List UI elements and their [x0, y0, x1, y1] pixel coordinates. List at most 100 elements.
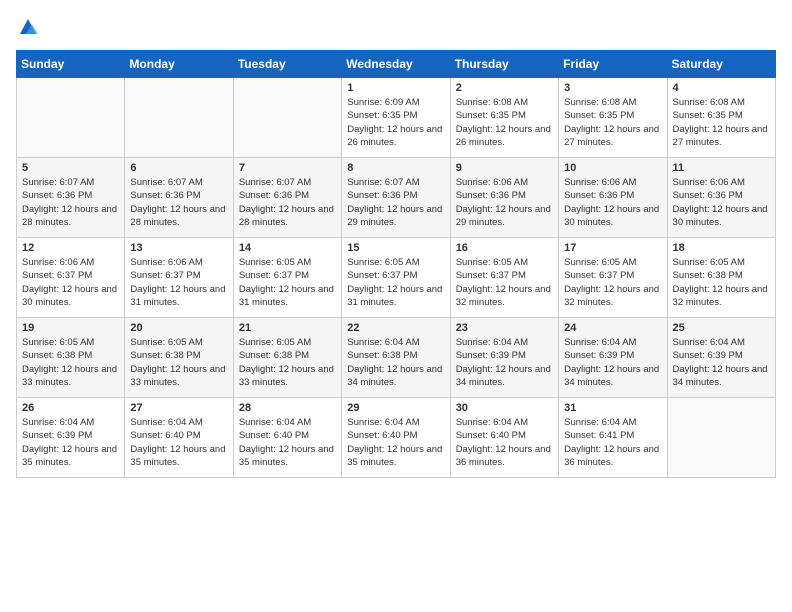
day-info: Sunrise: 6:04 AM Sunset: 6:39 PM Dayligh…	[673, 336, 770, 389]
calendar-cell: 18Sunrise: 6:05 AM Sunset: 6:38 PM Dayli…	[667, 238, 775, 318]
day-info: Sunrise: 6:05 AM Sunset: 6:38 PM Dayligh…	[130, 336, 227, 389]
day-info: Sunrise: 6:05 AM Sunset: 6:38 PM Dayligh…	[239, 336, 336, 389]
day-info: Sunrise: 6:04 AM Sunset: 6:39 PM Dayligh…	[564, 336, 661, 389]
day-number: 20	[130, 322, 227, 334]
calendar-cell: 4Sunrise: 6:08 AM Sunset: 6:35 PM Daylig…	[667, 78, 775, 158]
day-number: 26	[22, 402, 119, 414]
day-info: Sunrise: 6:04 AM Sunset: 6:39 PM Dayligh…	[22, 416, 119, 469]
day-info: Sunrise: 6:06 AM Sunset: 6:37 PM Dayligh…	[22, 256, 119, 309]
day-info: Sunrise: 6:06 AM Sunset: 6:36 PM Dayligh…	[564, 176, 661, 229]
calendar-cell: 11 Sunrise: 6:06 AM Sunset: 6:36 PM Dayli…	[667, 158, 775, 238]
day-info: Sunrise: 6:04 AM Sunset: 6:39 PM Dayligh…	[456, 336, 553, 389]
day-info: Sunrise: 6:04 AM Sunset: 6:40 PM Dayligh…	[130, 416, 227, 469]
calendar-cell: 27 Sunrise: 6:04 AM Sunset: 6:40 PM Dayli…	[125, 398, 233, 478]
calendar-week-4: 19 Sunrise: 6:05 AM Sunset: 6:38 PM Dayli…	[17, 318, 776, 398]
calendar-cell: 20 Sunrise: 6:05 AM Sunset: 6:38 PM Dayli…	[125, 318, 233, 398]
calendar-week-5: 26 Sunrise: 6:04 AM Sunset: 6:39 PM Dayli…	[17, 398, 776, 478]
day-info: Sunrise: 6:08 AM Sunset: 6:35 PM Dayligh…	[564, 96, 661, 149]
calendar-cell: 25 Sunrise: 6:04 AM Sunset: 6:39 PM Dayli…	[667, 318, 775, 398]
calendar-cell	[233, 78, 341, 158]
day-number: 24	[564, 322, 661, 334]
weekday-header-sunday: Sunday	[17, 51, 125, 78]
day-info: Sunrise: 6:09 AM Sunset: 6:35 PM Dayligh…	[347, 96, 444, 149]
logo-icon	[16, 16, 40, 40]
page-header	[16, 16, 776, 40]
calendar-cell: 10Sunrise: 6:06 AM Sunset: 6:36 PM Dayli…	[559, 158, 667, 238]
day-number: 8	[347, 162, 444, 174]
day-info: Sunrise: 6:04 AM Sunset: 6:38 PM Dayligh…	[347, 336, 444, 389]
calendar-week-1: 1 Sunrise: 6:09 AM Sunset: 6:35 PM Daylig…	[17, 78, 776, 158]
calendar-week-2: 5Sunrise: 6:07 AM Sunset: 6:36 PM Daylig…	[17, 158, 776, 238]
day-number: 4	[673, 82, 770, 94]
calendar-cell: 3 Sunrise: 6:08 AM Sunset: 6:35 PM Daylig…	[559, 78, 667, 158]
day-info: Sunrise: 6:07 AM Sunset: 6:36 PM Dayligh…	[239, 176, 336, 229]
day-info: Sunrise: 6:07 AM Sunset: 6:36 PM Dayligh…	[22, 176, 119, 229]
day-number: 27	[130, 402, 227, 414]
day-info: Sunrise: 6:06 AM Sunset: 6:36 PM Dayligh…	[456, 176, 553, 229]
day-number: 30	[456, 402, 553, 414]
calendar-cell: 7 Sunrise: 6:07 AM Sunset: 6:36 PM Daylig…	[233, 158, 341, 238]
day-info: Sunrise: 6:06 AM Sunset: 6:36 PM Dayligh…	[673, 176, 770, 229]
day-number: 17	[564, 242, 661, 254]
day-info: Sunrise: 6:05 AM Sunset: 6:37 PM Dayligh…	[456, 256, 553, 309]
calendar-cell: 16 Sunrise: 6:05 AM Sunset: 6:37 PM Dayli…	[450, 238, 558, 318]
weekday-header-monday: Monday	[125, 51, 233, 78]
calendar-table: SundayMondayTuesdayWednesdayThursdayFrid…	[16, 50, 776, 478]
day-number: 19	[22, 322, 119, 334]
day-number: 6	[130, 162, 227, 174]
day-number: 15	[347, 242, 444, 254]
day-info: Sunrise: 6:05 AM Sunset: 6:37 PM Dayligh…	[564, 256, 661, 309]
weekday-header-wednesday: Wednesday	[342, 51, 450, 78]
day-info: Sunrise: 6:05 AM Sunset: 6:38 PM Dayligh…	[22, 336, 119, 389]
day-number: 13	[130, 242, 227, 254]
weekday-header-row: SundayMondayTuesdayWednesdayThursdayFrid…	[17, 51, 776, 78]
day-number: 12	[22, 242, 119, 254]
calendar-cell: 13 Sunrise: 6:06 AM Sunset: 6:37 PM Dayli…	[125, 238, 233, 318]
day-number: 31	[564, 402, 661, 414]
day-number: 3	[564, 82, 661, 94]
day-info: Sunrise: 6:04 AM Sunset: 6:40 PM Dayligh…	[239, 416, 336, 469]
calendar-cell	[17, 78, 125, 158]
day-number: 25	[673, 322, 770, 334]
calendar-cell: 21 Sunrise: 6:05 AM Sunset: 6:38 PM Dayli…	[233, 318, 341, 398]
day-info: Sunrise: 6:05 AM Sunset: 6:37 PM Dayligh…	[347, 256, 444, 309]
calendar-cell: 17 Sunrise: 6:05 AM Sunset: 6:37 PM Dayli…	[559, 238, 667, 318]
day-info: Sunrise: 6:04 AM Sunset: 6:40 PM Dayligh…	[347, 416, 444, 469]
day-number: 1	[347, 82, 444, 94]
day-info: Sunrise: 6:06 AM Sunset: 6:37 PM Dayligh…	[130, 256, 227, 309]
calendar-body: 1 Sunrise: 6:09 AM Sunset: 6:35 PM Daylig…	[17, 78, 776, 478]
calendar-header: SundayMondayTuesdayWednesdayThursdayFrid…	[17, 51, 776, 78]
calendar-cell: 31 Sunrise: 6:04 AM Sunset: 6:41 PM Dayli…	[559, 398, 667, 478]
weekday-header-friday: Friday	[559, 51, 667, 78]
day-number: 29	[347, 402, 444, 414]
day-number: 11	[673, 162, 770, 174]
calendar-cell: 23 Sunrise: 6:04 AM Sunset: 6:39 PM Dayli…	[450, 318, 558, 398]
day-number: 28	[239, 402, 336, 414]
day-info: Sunrise: 6:05 AM Sunset: 6:38 PM Dayligh…	[673, 256, 770, 309]
calendar-week-3: 12 Sunrise: 6:06 AM Sunset: 6:37 PM Dayli…	[17, 238, 776, 318]
day-info: Sunrise: 6:05 AM Sunset: 6:37 PM Dayligh…	[239, 256, 336, 309]
calendar-cell: 2 Sunrise: 6:08 AM Sunset: 6:35 PM Daylig…	[450, 78, 558, 158]
calendar-cell	[667, 398, 775, 478]
weekday-header-saturday: Saturday	[667, 51, 775, 78]
day-number: 23	[456, 322, 553, 334]
calendar-cell: 19 Sunrise: 6:05 AM Sunset: 6:38 PM Dayli…	[17, 318, 125, 398]
calendar-cell	[125, 78, 233, 158]
calendar-cell: 8 Sunrise: 6:07 AM Sunset: 6:36 PM Daylig…	[342, 158, 450, 238]
day-number: 21	[239, 322, 336, 334]
weekday-header-thursday: Thursday	[450, 51, 558, 78]
day-info: Sunrise: 6:07 AM Sunset: 6:36 PM Dayligh…	[130, 176, 227, 229]
day-info: Sunrise: 6:04 AM Sunset: 6:40 PM Dayligh…	[456, 416, 553, 469]
calendar-cell: 22Sunrise: 6:04 AM Sunset: 6:38 PM Dayli…	[342, 318, 450, 398]
day-number: 7	[239, 162, 336, 174]
day-number: 2	[456, 82, 553, 94]
day-info: Sunrise: 6:07 AM Sunset: 6:36 PM Dayligh…	[347, 176, 444, 229]
weekday-header-tuesday: Tuesday	[233, 51, 341, 78]
day-number: 14	[239, 242, 336, 254]
day-info: Sunrise: 6:08 AM Sunset: 6:35 PM Dayligh…	[456, 96, 553, 149]
calendar-cell: 1 Sunrise: 6:09 AM Sunset: 6:35 PM Daylig…	[342, 78, 450, 158]
calendar-cell: 24 Sunrise: 6:04 AM Sunset: 6:39 PM Dayli…	[559, 318, 667, 398]
calendar-cell: 26 Sunrise: 6:04 AM Sunset: 6:39 PM Dayli…	[17, 398, 125, 478]
day-number: 16	[456, 242, 553, 254]
day-info: Sunrise: 6:04 AM Sunset: 6:41 PM Dayligh…	[564, 416, 661, 469]
